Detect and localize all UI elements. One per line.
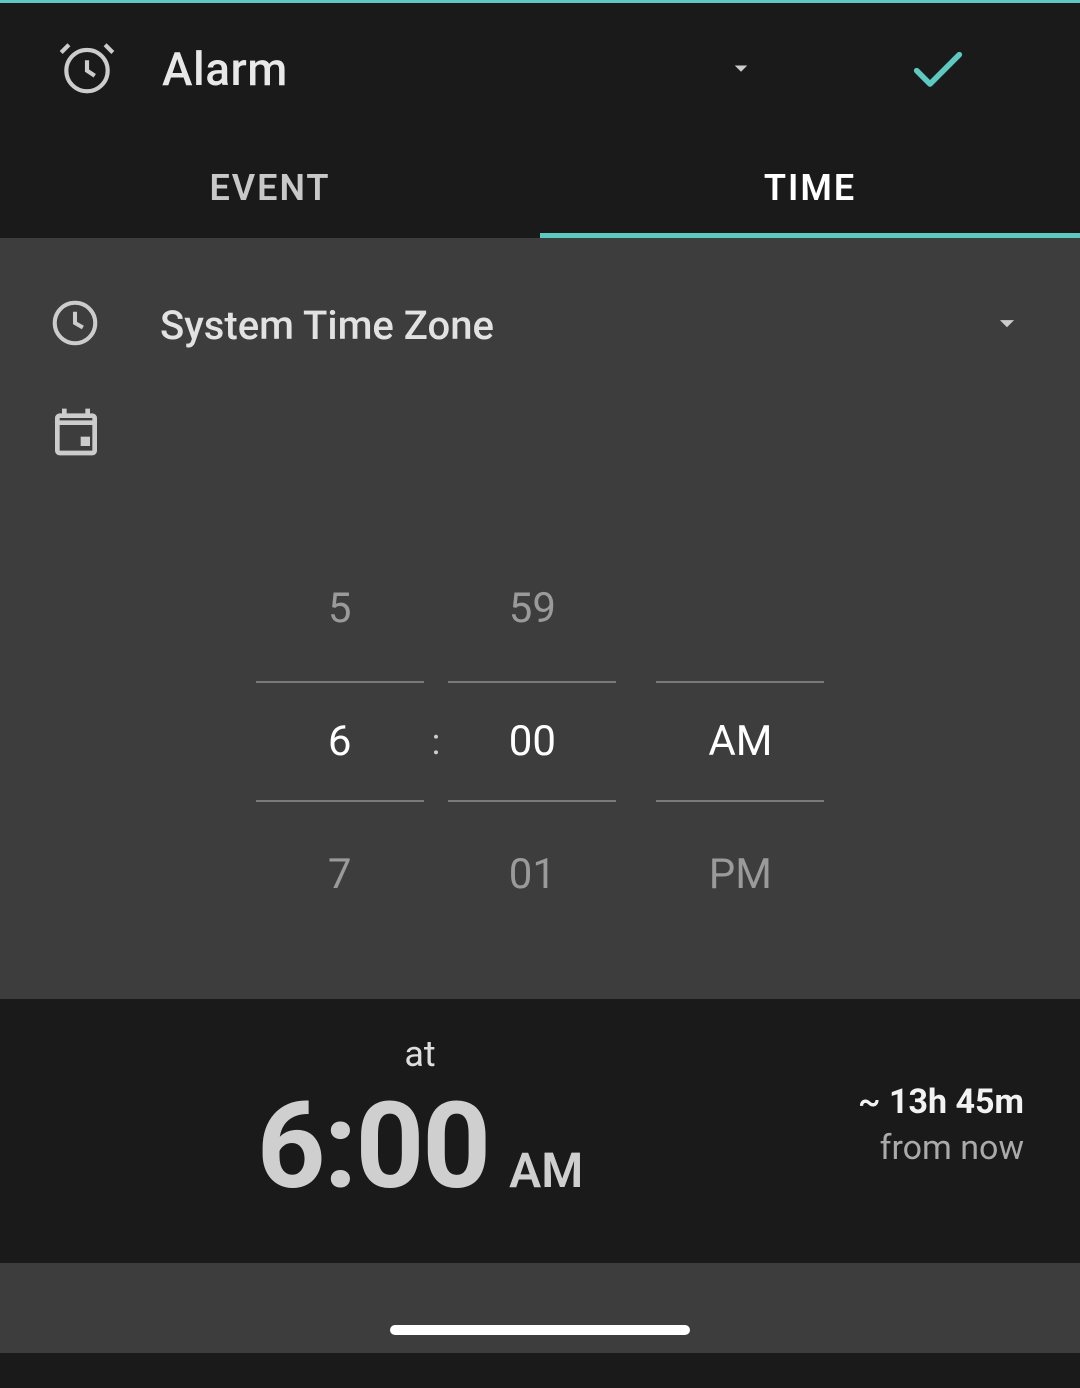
summary-time-display: 6:00 AM — [56, 1077, 784, 1217]
time-tab-content: System Time Zone 5 6 7 : 59 00 01 — [0, 238, 1080, 999]
minute-selected: 00 — [448, 681, 616, 802]
ampm-picker[interactable]: AM PM — [656, 564, 824, 919]
relative-prefix: ~ — [858, 1082, 889, 1122]
confirm-button[interactable] — [786, 26, 1024, 114]
tab-bar: EVENT TIME — [0, 137, 1080, 238]
hour-next: 7 — [256, 830, 424, 919]
ampm-selected: AM — [656, 681, 824, 802]
hour-selected: 6 — [256, 681, 424, 802]
summary-relative-suffix: from now — [784, 1128, 1024, 1168]
summary-hhmm: 6:00 — [257, 1077, 489, 1217]
alarm-type-dropdown[interactable] — [696, 23, 786, 117]
calendar-icon[interactable] — [48, 404, 104, 464]
timezone-label: System Time Zone — [160, 302, 982, 349]
clock-icon — [48, 296, 102, 354]
relative-value: 13h 45m — [889, 1082, 1024, 1122]
minute-next: 01 — [448, 830, 616, 919]
minute-picker[interactable]: 59 00 01 — [448, 564, 616, 919]
ampm-prev — [656, 564, 824, 653]
page-title: Alarm — [162, 43, 696, 97]
home-indicator[interactable] — [390, 1325, 690, 1335]
minute-prev: 59 — [448, 564, 616, 653]
alarm-clock-icon — [56, 37, 118, 103]
tab-time[interactable]: TIME — [540, 137, 1080, 238]
time-picker: 5 6 7 : 59 00 01 AM PM — [48, 544, 1032, 959]
summary-at-label: at — [56, 1033, 784, 1075]
timezone-selector[interactable]: System Time Zone — [48, 296, 1032, 354]
chevron-down-icon — [982, 296, 1032, 354]
time-separator: : — [432, 721, 441, 763]
system-nav-bar — [0, 1263, 1080, 1353]
summary-relative-time: ~ 13h 45m — [784, 1082, 1024, 1122]
summary-bar: at 6:00 AM ~ 13h 45m from now — [0, 999, 1080, 1263]
summary-relative: ~ 13h 45m from now — [784, 1082, 1024, 1168]
summary-time-block: at 6:00 AM — [56, 1033, 784, 1217]
summary-ampm: AM — [509, 1142, 583, 1199]
calendar-row — [48, 404, 1032, 464]
hour-prev: 5 — [256, 564, 424, 653]
header-bar: Alarm — [0, 3, 1080, 137]
tab-event[interactable]: EVENT — [0, 137, 540, 238]
hour-picker[interactable]: 5 6 7 — [256, 564, 424, 919]
ampm-next: PM — [656, 830, 824, 919]
